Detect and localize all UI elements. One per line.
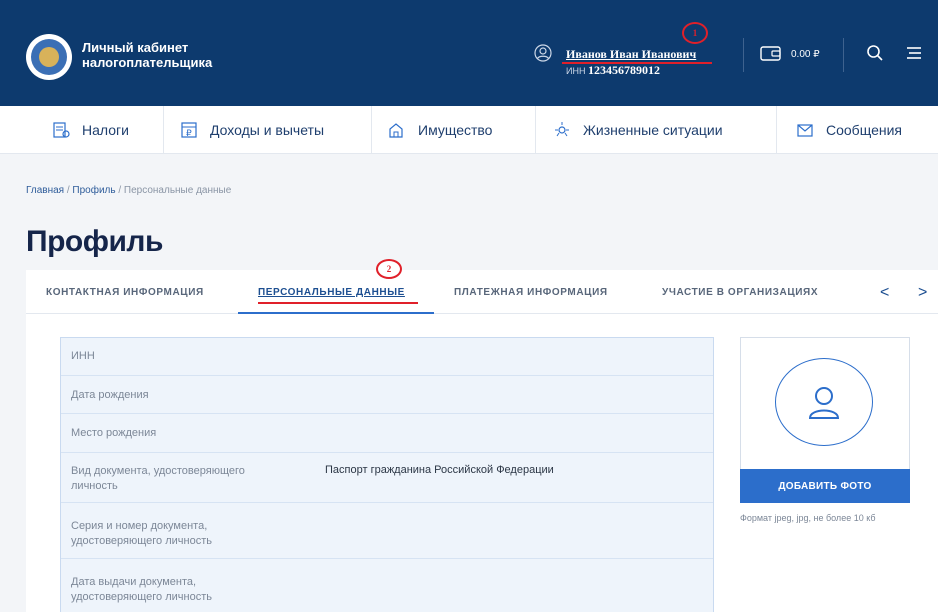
- user-avatar-icon: [808, 387, 840, 419]
- tab-organizations[interactable]: УЧАСТИЕ В ОРГАНИЗАЦИЯХ: [662, 270, 818, 314]
- balance-amount[interactable]: 0.00 ₽: [791, 49, 820, 60]
- nav-divider: [776, 106, 777, 154]
- header-divider: [843, 38, 844, 72]
- breadcrumb-profile[interactable]: Профиль: [72, 185, 115, 196]
- field-label: ИНН: [71, 350, 95, 362]
- header-bar: Личный кабинет налогоплательщика Иванов …: [0, 0, 938, 106]
- field-label-line: Вид документа, удостоверяющего: [71, 465, 245, 477]
- nav-divider: [371, 106, 372, 154]
- brand-line1: Личный кабинет: [82, 40, 189, 55]
- nav-item-messages[interactable]: Сообщения: [796, 106, 902, 154]
- nav-label: Сообщения: [826, 122, 902, 138]
- main-nav: Налоги ₽ Доходы и вычеты Имущество Жизне…: [0, 106, 938, 154]
- tab-prev-arrow[interactable]: <: [880, 284, 889, 302]
- field-value: Паспорт гражданина Российской Федерации: [325, 464, 554, 476]
- form-row-birth-date: Дата рождения: [61, 375, 713, 413]
- tab-next-arrow[interactable]: >: [918, 284, 927, 302]
- field-label-line: Серия и номер документа,: [71, 520, 208, 532]
- add-photo-button[interactable]: ДОБАВИТЬ ФОТО: [740, 469, 910, 503]
- menu-icon[interactable]: [905, 44, 923, 62]
- nav-item-taxes[interactable]: Налоги: [52, 106, 129, 154]
- inn-label: ИНН: [566, 66, 586, 76]
- form-row-document-number: Серия и номер документа, удостоверяющего…: [61, 502, 713, 558]
- life-situations-icon: [555, 122, 569, 137]
- annotation-marker-2: 2: [376, 259, 402, 279]
- breadcrumb-home[interactable]: Главная: [26, 185, 64, 196]
- annotation-underline-tab: [258, 302, 418, 304]
- tab-contact-info[interactable]: КОНТАКТНАЯ ИНФОРМАЦИЯ: [46, 270, 204, 314]
- field-label: Дата рождения: [71, 389, 149, 401]
- user-name-link[interactable]: Иванов Иван Иванович: [566, 47, 696, 62]
- field-label: Место рождения: [71, 427, 157, 439]
- photo-format-hint: Формат jpeg, jpg, не более 10 кб: [740, 513, 876, 523]
- breadcrumb: Главная / Профиль / Персональные данные: [26, 185, 231, 196]
- field-label-line: удостоверяющего личность: [71, 591, 212, 603]
- tab-bar: КОНТАКТНАЯ ИНФОРМАЦИЯ ПЕРСОНАЛЬНЫЕ ДАННЫ…: [26, 270, 938, 315]
- nav-item-income[interactable]: ₽ Доходы и вычеты: [180, 106, 324, 154]
- annotation-marker-1: 1: [682, 22, 708, 44]
- breadcrumb-current: Персональные данные: [123, 185, 232, 196]
- messages-icon: [797, 124, 813, 137]
- field-label-line: личность: [71, 480, 118, 492]
- form-row-birth-place: Место рождения: [61, 413, 713, 452]
- property-icon: [389, 123, 403, 138]
- form-row-document-type: Вид документа, удостоверяющего личность …: [61, 452, 713, 502]
- nav-item-property[interactable]: Имущество: [388, 106, 492, 154]
- field-label-line: Дата выдачи документа,: [71, 576, 197, 588]
- form-row-inn: ИНН: [61, 338, 713, 375]
- inn-display: ИНН 123456789012: [566, 63, 660, 78]
- nav-item-life-situations[interactable]: Жизненные ситуации: [553, 106, 723, 154]
- brand-line2: налогоплательщика: [82, 55, 213, 70]
- nav-label: Доходы и вычеты: [210, 122, 325, 138]
- personal-data-form: ИНН Дата рождения Место рождения Вид док…: [60, 337, 714, 612]
- user-icon[interactable]: [534, 44, 552, 62]
- tab-payment-info[interactable]: ПЛАТЕЖНАЯ ИНФОРМАЦИЯ: [454, 270, 608, 314]
- nav-label: Жизненные ситуации: [583, 122, 723, 138]
- taxes-icon: [53, 122, 70, 138]
- breadcrumb-separator: /: [115, 185, 124, 196]
- fns-emblem-icon[interactable]: [26, 34, 72, 80]
- field-label: Серия и номер документа, удостоверяющего…: [71, 519, 212, 549]
- field-label: Вид документа, удостоверяющего личность: [71, 464, 245, 494]
- avatar-placeholder[interactable]: [775, 358, 873, 446]
- wallet-icon[interactable]: [760, 44, 782, 62]
- brand-title[interactable]: Личный кабинет налогоплательщика: [82, 40, 212, 70]
- income-icon: ₽: [181, 122, 197, 139]
- search-icon[interactable]: [866, 44, 884, 62]
- nav-divider: [535, 106, 536, 154]
- field-label: Дата выдачи документа, удостоверяющего л…: [71, 575, 212, 605]
- form-row-document-issue-date: Дата выдачи документа, удостоверяющего л…: [61, 558, 713, 613]
- page-title: Профиль: [26, 225, 163, 258]
- svg-text:₽: ₽: [186, 129, 192, 139]
- header-divider: [743, 38, 744, 72]
- nav-label: Налоги: [82, 122, 129, 138]
- field-label-line: удостоверяющего личность: [71, 535, 212, 547]
- inn-value: 123456789012: [587, 63, 660, 77]
- nav-label: Имущество: [418, 122, 493, 138]
- nav-divider: [163, 106, 164, 154]
